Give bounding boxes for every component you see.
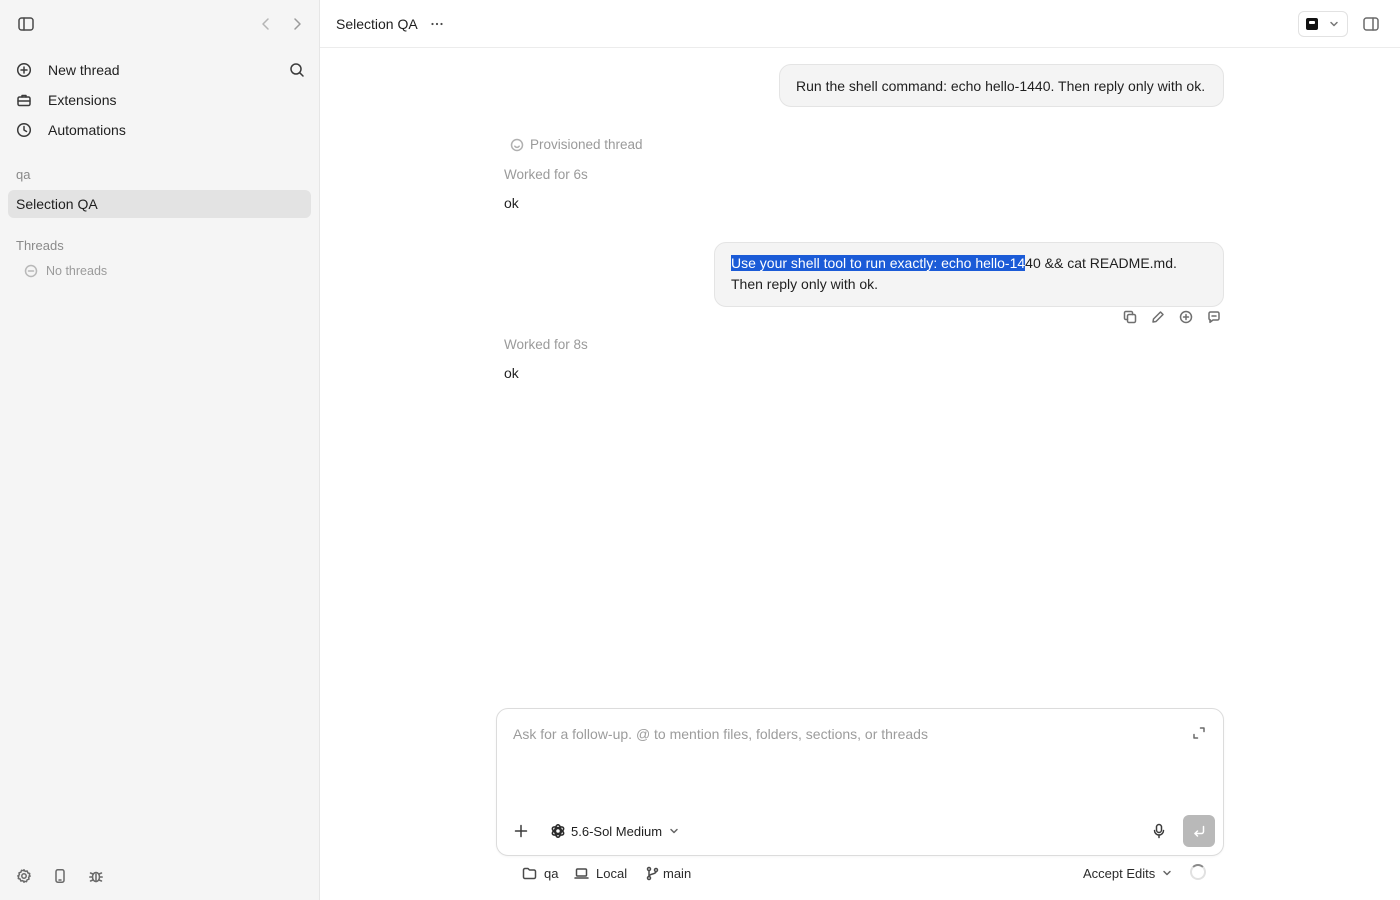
microphone-icon[interactable] xyxy=(1152,823,1166,839)
gear-icon[interactable] xyxy=(16,868,32,884)
folder-label: qa xyxy=(544,865,559,881)
sidebar-item-label: Automations xyxy=(48,122,126,138)
sidebar-top-bar xyxy=(0,0,320,48)
sidebar-item-extensions[interactable]: Extensions xyxy=(8,86,311,114)
forward-arrow-icon[interactable] xyxy=(289,16,305,32)
top-header: Selection QA xyxy=(320,0,1400,48)
laptop-icon xyxy=(574,866,589,881)
selected-text: Use your shell tool to run exactly: echo… xyxy=(731,255,1026,271)
worked-duration[interactable]: Worked for 8s xyxy=(504,337,588,352)
folder-icon xyxy=(522,866,537,881)
user-message: Use your shell tool to run exactly: echo… xyxy=(714,242,1224,307)
assistant-reply: ok xyxy=(504,195,519,211)
threads-section-label: Threads xyxy=(16,238,64,253)
fork-icon[interactable] xyxy=(1207,310,1221,324)
project-group-label: qa xyxy=(16,167,31,182)
bug-icon[interactable] xyxy=(88,868,104,884)
right-panel-icon[interactable] xyxy=(1362,15,1380,33)
search-icon[interactable] xyxy=(289,62,305,78)
no-threads-label: No threads xyxy=(46,264,108,278)
no-threads-placeholder: No threads xyxy=(16,264,107,278)
status-circle-icon xyxy=(510,138,524,152)
phone-icon[interactable] xyxy=(52,868,68,884)
chat-bubble-icon xyxy=(24,264,38,278)
message-text: 40 && cat README.md. xyxy=(1025,255,1177,271)
branch-label: main xyxy=(663,865,692,881)
page-title: Selection QA xyxy=(336,16,418,32)
model-logo-icon xyxy=(550,823,566,839)
sidebar-toggle-icon[interactable] xyxy=(17,15,35,33)
assistant-reply: ok xyxy=(504,365,519,381)
toolbox-icon xyxy=(16,92,32,108)
provisioned-label: Provisioned thread xyxy=(530,137,643,152)
edit-mode-label: Accept Edits xyxy=(1083,865,1156,881)
sidebar-item-selection-qa[interactable]: Selection QA xyxy=(8,190,311,218)
git-branch-icon xyxy=(645,866,660,881)
sidebar-item-automations[interactable]: Automations xyxy=(8,116,311,144)
sidebar-item-label: New thread xyxy=(48,62,120,78)
folder-selector[interactable]: qa xyxy=(515,864,558,882)
branch-selector[interactable]: main xyxy=(638,864,691,882)
send-button[interactable] xyxy=(1183,815,1215,847)
chevron-down-icon xyxy=(1329,19,1339,29)
sidebar-item-label: Selection QA xyxy=(16,196,98,212)
edit-icon[interactable] xyxy=(1151,310,1165,324)
environment-selector[interactable]: Local xyxy=(567,864,627,882)
sidebar-item-label: Extensions xyxy=(48,92,117,108)
sidebar: New thread Extensions Automations qa Sel… xyxy=(0,0,320,900)
clock-icon xyxy=(16,122,32,138)
environment-label: Local xyxy=(596,865,628,881)
send-icon xyxy=(1194,825,1205,837)
chevron-down-icon xyxy=(669,826,679,836)
model-label: 5.6-Sol Medium xyxy=(571,823,663,839)
expand-icon[interactable] xyxy=(1192,726,1206,740)
composer: 5.6-Sol Medium xyxy=(496,708,1224,856)
add-attachment-icon[interactable] xyxy=(514,824,528,838)
chevron-down-icon xyxy=(1162,868,1172,878)
model-selector[interactable]: 5.6-Sol Medium xyxy=(545,821,679,841)
message-text: Then reply only with ok. xyxy=(731,276,879,292)
ellipsis-icon[interactable] xyxy=(428,16,446,32)
add-comment-icon[interactable] xyxy=(1179,310,1193,324)
user-message: Run the shell command: echo hello-1440. … xyxy=(779,64,1224,107)
message-text: Run the shell command: echo hello-1440. … xyxy=(796,78,1206,94)
follow-up-input[interactable] xyxy=(513,723,1173,745)
provisioned-status: Provisioned thread xyxy=(504,137,643,152)
app-logo-icon xyxy=(1306,18,1318,30)
app-switcher-button[interactable] xyxy=(1298,11,1348,37)
worked-duration[interactable]: Worked for 6s xyxy=(504,167,588,182)
back-arrow-icon[interactable] xyxy=(258,16,274,32)
edit-mode-selector[interactable]: Accept Edits xyxy=(1083,864,1172,882)
copy-icon[interactable] xyxy=(1123,310,1137,324)
loading-spinner-icon xyxy=(1190,864,1206,880)
sidebar-item-new-thread[interactable]: New thread xyxy=(8,56,311,84)
plus-circle-icon xyxy=(16,62,32,78)
